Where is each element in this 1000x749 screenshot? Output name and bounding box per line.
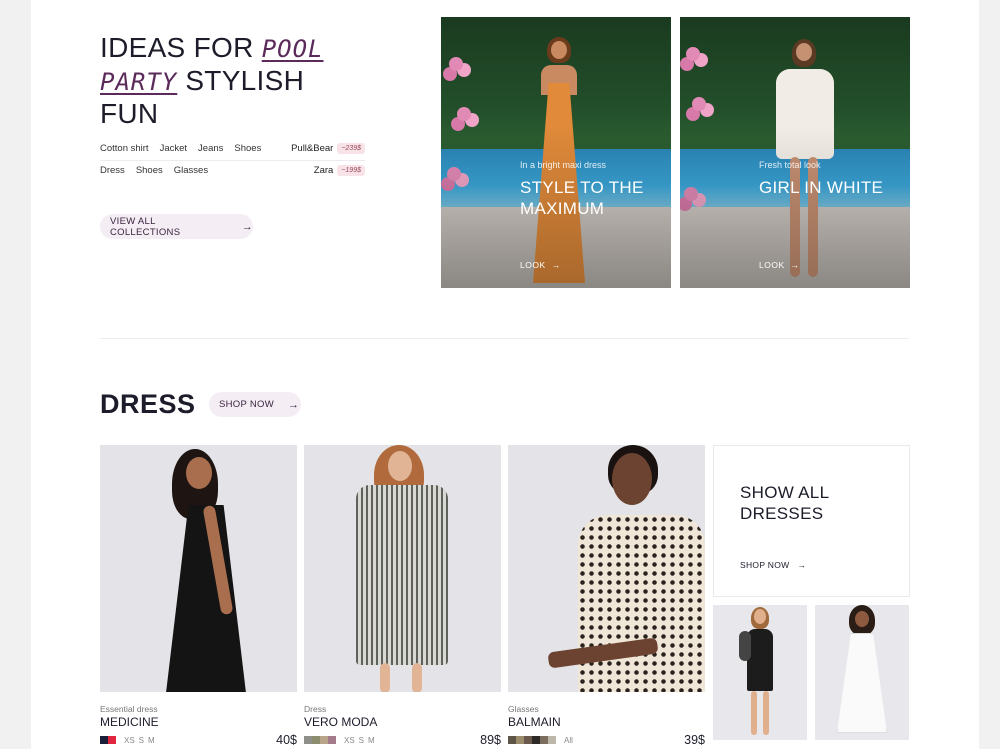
product-category: Glasses <box>508 704 539 714</box>
size-option[interactable]: All <box>564 736 573 745</box>
color-swatch[interactable] <box>100 736 108 744</box>
size-option[interactable]: M <box>368 736 375 745</box>
show-all-title-line: dresses <box>740 504 824 523</box>
dress-thumbnail[interactable] <box>713 605 807 740</box>
collection-card-girl-in-white[interactable]: Fresh total look Girl in white LOOK → <box>680 17 910 288</box>
shop-now-label: Shop now <box>219 399 275 410</box>
hero-title-handwritten-2: Party <box>100 68 178 96</box>
outfit-items: Cotton shirt Jacket Jeans Shoes <box>100 143 272 154</box>
hero-title-text-3: Fun <box>100 98 159 129</box>
outfit-row[interactable]: Dress Shoes Glasses Zara ~199$ <box>100 160 365 180</box>
product-category: Dress <box>304 704 327 714</box>
card-subtitle: In a bright maxi dress <box>520 160 607 170</box>
product-photo[interactable] <box>508 445 705 692</box>
arrow-right-icon: → <box>797 560 807 570</box>
card-shade <box>441 17 671 288</box>
outfit-brand: Pull&Bear <box>291 142 334 154</box>
outfit-item[interactable]: Dress <box>100 165 125 176</box>
outfit-item[interactable]: Glasses <box>174 165 208 176</box>
outfit-item[interactable]: Jeans <box>198 143 223 154</box>
product-card[interactable]: Glasses Balmain All 39$ <box>508 445 705 747</box>
card-subtitle: Fresh total look <box>759 160 821 170</box>
color-swatch[interactable] <box>548 736 556 744</box>
outfit-price-badge: ~239$ <box>337 142 365 154</box>
arrow-right-icon: → <box>790 260 800 270</box>
section-title-dress: DRESS <box>100 389 196 419</box>
view-all-collections-label: View all collections <box>110 215 181 238</box>
outfit-row[interactable]: Cotton shirt Jacket Jeans Shoes Pull&Bear ~… <box>100 138 365 158</box>
view-all-collections-button[interactable]: View all collections → <box>100 214 253 239</box>
color-swatch[interactable] <box>516 736 524 744</box>
product-name[interactable]: Vero Moda <box>304 715 501 729</box>
section-divider <box>100 338 909 339</box>
product-category: Essential dress <box>100 704 158 714</box>
card-heading-line: Style to the <box>520 178 644 197</box>
product-name[interactable]: Balmain <box>508 715 705 729</box>
card-heading-line: Girl in white <box>759 178 884 197</box>
arrow-right-icon: → <box>551 260 561 270</box>
color-swatches <box>100 736 116 744</box>
size-option[interactable]: XS <box>344 736 355 745</box>
size-options: XS S M <box>344 736 379 745</box>
show-all-title-line: Show all <box>740 483 830 502</box>
page: Ideas for Pool Party Stylish Fun Cotton … <box>31 0 979 749</box>
product-card[interactable]: Dress Vero Moda XS S M 89$ <box>304 445 501 747</box>
look-link[interactable]: LOOK → <box>520 260 561 270</box>
card-heading-line: maximum <box>520 199 605 218</box>
hero-title: Ideas for Pool Party Stylish Fun <box>100 32 400 130</box>
product-card[interactable]: Essential dress Medicine XS S M 40$ <box>100 445 297 747</box>
hero-title-text-2: Stylish <box>177 65 305 96</box>
product-meta: XS S M 40$ <box>100 733 297 747</box>
arrow-right-icon: → <box>288 398 300 411</box>
color-swatch[interactable] <box>328 736 336 744</box>
color-swatch[interactable] <box>320 736 328 744</box>
look-label: LOOK <box>520 260 546 270</box>
collection-card-maxi-dress[interactable]: In a bright maxi dress Style to the maxi… <box>441 17 671 288</box>
outfit-item[interactable]: Cotton shirt <box>100 143 149 154</box>
look-label: LOOK <box>759 260 785 270</box>
outfit-items: Dress Shoes Glasses <box>100 165 219 176</box>
outfit-item[interactable]: Shoes <box>234 143 261 154</box>
product-meta: XS S M 89$ <box>304 733 501 747</box>
product-photo[interactable] <box>100 445 297 692</box>
size-option[interactable]: S <box>139 736 144 745</box>
size-option[interactable]: S <box>359 736 364 745</box>
product-name[interactable]: Medicine <box>100 715 297 729</box>
outfit-brand: Zara <box>313 164 334 176</box>
product-photo[interactable] <box>304 445 501 692</box>
outfit-price-badge: ~199$ <box>337 164 365 176</box>
color-swatch[interactable] <box>508 736 516 744</box>
card-heading: Style to the maximum <box>520 177 644 219</box>
color-swatch[interactable] <box>532 736 540 744</box>
arrow-right-icon: → <box>241 220 253 233</box>
hero-title-text: Ideas for <box>100 32 262 63</box>
show-all-shop-now-link[interactable]: Shop now → <box>740 560 806 570</box>
product-price: 40$ <box>276 733 297 747</box>
size-option[interactable]: M <box>148 736 155 745</box>
product-meta: All 39$ <box>508 733 705 747</box>
color-swatch[interactable] <box>540 736 548 744</box>
size-option[interactable]: XS <box>124 736 135 745</box>
color-swatches <box>508 736 556 744</box>
shop-now-label: Shop now <box>740 560 790 570</box>
outfit-item[interactable]: Jacket <box>160 143 187 154</box>
look-link[interactable]: LOOK → <box>759 260 800 270</box>
color-swatches <box>304 736 336 744</box>
color-swatch[interactable] <box>524 736 532 744</box>
card-heading: Girl in white <box>759 177 883 198</box>
outfit-item[interactable]: Shoes <box>136 165 163 176</box>
size-options: XS S M <box>124 736 159 745</box>
shop-now-button[interactable]: Shop now → <box>209 392 301 417</box>
hero-title-handwritten-1: Pool <box>261 35 324 63</box>
color-swatch[interactable] <box>312 736 320 744</box>
product-price: 89$ <box>480 733 501 747</box>
dress-thumbnail[interactable] <box>815 605 909 740</box>
product-price: 39$ <box>684 733 705 747</box>
card-shade <box>680 17 910 288</box>
color-swatch[interactable] <box>304 736 312 744</box>
size-options: All <box>564 736 577 745</box>
color-swatch[interactable] <box>108 736 116 744</box>
show-all-title: Show all dresses <box>740 482 829 524</box>
show-all-dresses-card[interactable]: Show all dresses Shop now → <box>713 445 910 597</box>
